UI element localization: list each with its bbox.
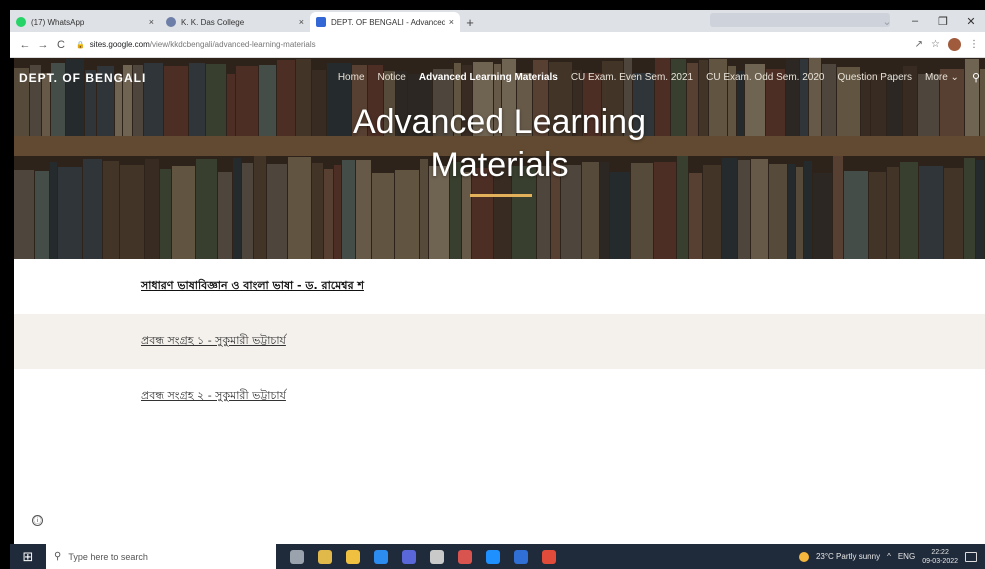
nav-advanced-learning-materials[interactable]: Advanced Learning Materials [419,72,558,83]
hero-banner: DEPT. OF BENGALI Home Notice Advanced Le… [14,58,985,259]
taskbar-app-icon[interactable] [346,549,360,564]
url-path: /view/kkdcbengali/advanced-learning-mate… [149,40,316,49]
material-link[interactable]: সাধারণ ভাষাবিজ্ঞান ও বাংলা ভাষা - ড. রাম… [141,277,364,296]
bookmark-star-icon[interactable]: ☆ [931,39,940,50]
site-title[interactable]: DEPT. OF BENGALI [19,71,146,85]
clock[interactable]: 22:22 09-03-2022 [922,548,958,566]
search-icon[interactable]: ⚲ [972,71,980,84]
back-icon[interactable]: ← [16,39,34,51]
language-indicator[interactable]: ENG [898,552,915,561]
nav-cu-exam-odd-2020[interactable]: CU Exam. Odd Sem. 2020 [706,72,824,83]
list-item: প্রবন্ধ সংগ্রহ ১ - সুকুমারী ভট্টাচার্য [14,314,985,369]
address-bar-row: ← → C 🔒 sites.google.com/view/kkdcbengal… [10,32,985,58]
whatsapp-favicon-icon [16,17,26,27]
tab-title: K. K. Das College [181,17,245,27]
windows-taskbar: ⊞ ⚲ Type here to search 23°C Partly sunn… [10,544,985,569]
taskbar-apps [290,549,556,564]
taskbar-app-icon[interactable] [514,549,528,564]
nav-question-papers[interactable]: Question Papers [837,72,912,83]
tab-close-icon[interactable]: × [449,17,454,27]
tab-dept-bengali[interactable]: DEPT. OF BENGALI - Advanced L × [310,12,460,32]
tab-close-icon[interactable]: × [149,17,154,27]
tab-whatsapp[interactable]: (17) WhatsApp × [10,12,160,32]
material-link[interactable]: প্রবন্ধ সংগ্রহ ২ - সুকুমারী ভট্টাচার্য [141,387,286,406]
clock-time: 22:22 [931,548,949,556]
share-icon[interactable]: ↗ [915,39,923,50]
weather-icon [798,551,809,562]
taskbar-app-icon[interactable] [318,549,332,564]
weather-text[interactable]: 23°C Partly sunny [816,552,880,561]
page-title-line2: Materials [430,146,569,184]
nav-home[interactable]: Home [338,72,365,83]
taskbar-search-input[interactable]: ⚲ Type here to search [46,544,276,569]
lock-icon: 🔒 [76,41,85,49]
restore-icon[interactable]: ❐ [929,15,957,28]
title-underline [470,194,532,197]
forward-icon[interactable]: → [34,39,52,51]
nav-cu-exam-even-2021[interactable]: CU Exam. Even Sem. 2021 [571,72,693,83]
list-item: প্রবন্ধ সংগ্রহ ২ - সুকুমারী ভট্টাচার্য [14,369,985,424]
college-favicon-icon [166,17,176,27]
notification-icon[interactable] [965,551,977,562]
system-tray: 23°C Partly sunny ^ ENG 22:22 09-03-2022 [798,548,985,566]
materials-list: সাধারণ ভাষাবিজ্ঞান ও বাংলা ভাষা - ড. রাম… [14,259,985,424]
new-tab-button[interactable]: + [460,12,480,32]
taskbar-app-icon[interactable] [542,549,556,564]
taskbar-app-icon[interactable] [430,549,444,564]
clock-date: 09-03-2022 [922,557,958,565]
site-navigation: Home Notice Advanced Learning Materials … [338,71,980,84]
nav-notice[interactable]: Notice [378,72,406,83]
tab-close-icon[interactable]: × [299,17,304,27]
taskbar-app-icon[interactable] [458,549,472,564]
toolbar-right: ↗ ☆ ⋮ [915,38,979,51]
taskbar-app-icon[interactable] [486,549,500,564]
reload-icon[interactable]: C [52,39,70,51]
list-item: সাধারণ ভাষাবিজ্ঞান ও বাংলা ভাষা - ড. রাম… [14,259,985,314]
tab-title: (17) WhatsApp [31,17,85,27]
search-icon: ⚲ [54,551,62,562]
sites-favicon-icon [316,17,326,27]
browser-tab-strip: (17) WhatsApp × K. K. Das College × DEPT… [10,10,985,32]
extensions-strip [710,13,890,27]
taskbar-app-icon[interactable] [402,549,416,564]
address-bar[interactable]: 🔒 sites.google.com/view/kkdcbengali/adva… [76,40,915,49]
page-title: Advanced Learning Materials [14,101,985,187]
page-content: DEPT. OF BENGALI Home Notice Advanced Le… [14,58,985,544]
material-link[interactable]: প্রবন্ধ সংগ্রহ ১ - সুকুমারী ভট্টাচার্য [141,332,286,351]
minimize-icon[interactable]: – [901,15,929,27]
taskbar-search-placeholder: Type here to search [68,551,148,562]
info-icon[interactable]: ⓘ [32,515,43,526]
page-title-line1: Advanced Learning [352,103,646,141]
taskbar-app-icon[interactable] [290,549,304,564]
nav-more[interactable]: More ⌄ [925,72,959,83]
close-window-icon[interactable]: ✕ [957,15,985,28]
menu-kebab-icon[interactable]: ⋮ [969,39,979,50]
profile-avatar[interactable] [948,38,961,51]
windows-start-icon[interactable]: ⊞ [10,544,46,569]
tray-chevron-icon[interactable]: ^ [887,552,891,561]
tab-college[interactable]: K. K. Das College × [160,12,310,32]
tab-title: DEPT. OF BENGALI - Advanced L [331,17,445,27]
taskbar-app-icon[interactable] [374,549,388,564]
url-domain: sites.google.com [89,40,150,49]
